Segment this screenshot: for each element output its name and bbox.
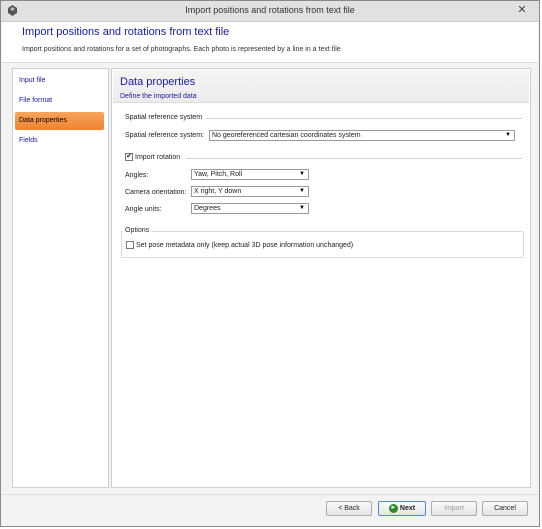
srs-group-divider (206, 118, 522, 119)
rotation-group-divider (186, 158, 522, 159)
chevron-down-icon: ▼ (299, 171, 305, 177)
angle-units-dropdown[interactable]: Degrees ▼ (191, 203, 309, 214)
dialog-window: Import positions and rotations from text… (0, 0, 540, 527)
next-button[interactable]: ► Next (378, 501, 426, 516)
cancel-button[interactable]: Cancel (482, 501, 528, 516)
srs-group-label: Spatial reference system (125, 114, 203, 121)
set-pose-metadata-checkbox[interactable] (126, 241, 134, 249)
camera-orientation-dropdown[interactable]: X right, Y down ▼ (191, 186, 309, 197)
sidebar-item-data-properties[interactable]: Data properties (15, 112, 104, 130)
angle-units-label: Angle units: (125, 206, 162, 213)
sidebar-item-input-file[interactable]: Input file (15, 72, 104, 90)
options-group-divider (152, 231, 522, 232)
import-rotation-label: Import rotation (135, 154, 181, 161)
title-bar: Import positions and rotations from text… (1, 1, 539, 22)
srs-field-label: Spatial reference system: (125, 132, 204, 139)
header-description: Import positions and rotations for a set… (22, 46, 341, 53)
angles-label: Angles: (125, 172, 149, 179)
chevron-down-icon: ▼ (299, 205, 305, 211)
chevron-down-icon: ▼ (505, 132, 511, 138)
footer-divider (2, 494, 538, 495)
sidebar-item-fields[interactable]: Fields (15, 132, 104, 150)
sidebar-item-file-format[interactable]: File format (15, 92, 104, 110)
camera-orientation-value: X right, Y down (194, 188, 242, 195)
chevron-down-icon: ▼ (299, 188, 305, 194)
angles-dropdown-value: Yaw, Pitch, Roll (194, 171, 243, 178)
window-title: Import positions and rotations from text… (185, 5, 355, 15)
content-header: Data properties Define the imported data (113, 70, 529, 103)
angles-dropdown[interactable]: Yaw, Pitch, Roll ▼ (191, 169, 309, 180)
back-button[interactable]: < Back (326, 501, 372, 516)
import-rotation-checkbox[interactable]: ✔ (125, 153, 133, 161)
import-button[interactable]: Import (431, 501, 477, 516)
close-button[interactable]: ✕ (513, 3, 531, 18)
camera-orientation-label: Camera orientation: (125, 189, 187, 196)
content-title: Data properties (120, 76, 196, 88)
srs-dropdown[interactable]: No georeferenced cartesian coordinates s… (209, 130, 515, 141)
srs-dropdown-value: No georeferenced cartesian coordinates s… (212, 132, 361, 139)
wizard-steps-sidebar: Input file File format Data properties F… (12, 68, 109, 488)
content-panel: Data properties Define the imported data… (111, 68, 531, 488)
set-pose-metadata-label: Set pose metadata only (keep actual 3D p… (136, 242, 354, 249)
next-arrow-icon: ► (388, 503, 398, 513)
header-title: Import positions and rotations from text… (22, 26, 230, 38)
content-subtitle: Define the imported data (120, 93, 197, 100)
next-button-label: Next (399, 505, 416, 512)
angle-units-value: Degrees (194, 205, 221, 212)
dialog-header: Import positions and rotations from text… (2, 22, 538, 63)
